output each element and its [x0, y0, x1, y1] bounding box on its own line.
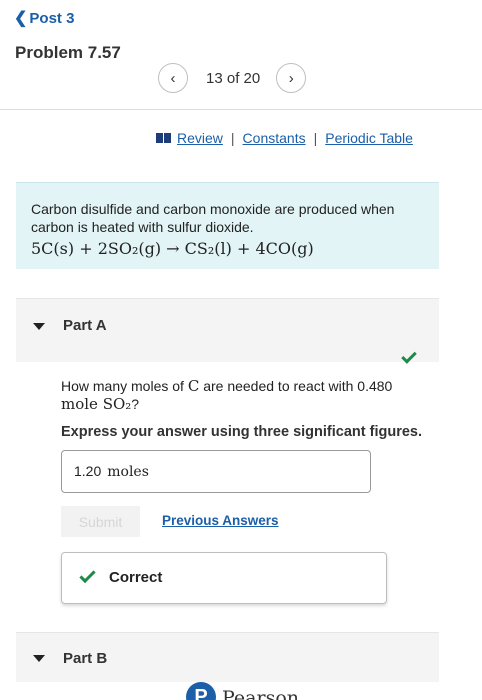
chevron-left-icon: ‹	[170, 69, 176, 87]
answer-input[interactable]: 1.20 moles	[61, 450, 371, 493]
separator: |	[313, 130, 318, 146]
question-symbol: C	[187, 377, 200, 395]
resource-links: Review | Constants | Periodic Table	[156, 130, 413, 146]
pearson-logo: P Pearson	[186, 682, 299, 700]
pearson-logo-icon: P	[186, 682, 216, 700]
chevron-left-icon: ❮	[14, 10, 28, 27]
check-icon	[79, 566, 96, 584]
next-problem-button[interactable]: ›	[276, 63, 307, 93]
feedback-label: Correct	[109, 569, 163, 586]
part-b-header[interactable]: Part B	[16, 632, 439, 682]
brand-name: Pearson	[222, 687, 300, 700]
submit-button[interactable]: Submit	[61, 506, 140, 537]
part-b-title: Part B	[63, 650, 108, 667]
question-text: How many moles of C are needed to react …	[61, 377, 441, 413]
prev-problem-button[interactable]: ‹	[158, 63, 188, 93]
back-label: Post 3	[29, 9, 75, 27]
answer-unit: moles	[107, 464, 149, 480]
constants-link[interactable]: Constants	[243, 130, 306, 146]
caret-down-icon	[33, 655, 45, 662]
intro-text: Carbon disulfide and carbon monoxide are…	[31, 201, 395, 235]
instruction-text: Express your answer using three signific…	[61, 424, 422, 440]
part-a-header[interactable]: Part A	[16, 298, 439, 362]
page-title: Problem 7.57	[15, 43, 121, 62]
previous-answers-link[interactable]: Previous Answers	[162, 513, 279, 528]
answer-value: 1.20	[74, 463, 102, 479]
part-a-title: Part A	[63, 317, 107, 334]
problem-intro: Carbon disulfide and carbon monoxide are…	[16, 182, 439, 269]
divider	[0, 109, 482, 110]
pagination: ‹ 13 of 20 ›	[158, 63, 307, 93]
separator: |	[230, 130, 235, 146]
review-link[interactable]: Review	[177, 130, 223, 146]
question-end: ?	[131, 396, 140, 412]
chemical-equation: 5C(s) + 2SO₂(g) → CS₂(l) + 4CO(g)	[31, 239, 314, 258]
question-mid: are needed to react with 0.480	[199, 378, 393, 394]
question-prefix: How many moles of	[61, 378, 188, 394]
chevron-right-icon: ›	[288, 69, 294, 87]
book-icon	[156, 133, 171, 143]
question-quantity: mole SO₂	[61, 395, 132, 413]
page-indicator: 13 of 20	[206, 69, 261, 87]
feedback-box: Correct	[61, 552, 387, 604]
periodic-table-link[interactable]: Periodic Table	[325, 130, 413, 146]
back-link[interactable]: ❮ Post 3	[14, 8, 74, 28]
caret-down-icon	[33, 323, 45, 330]
